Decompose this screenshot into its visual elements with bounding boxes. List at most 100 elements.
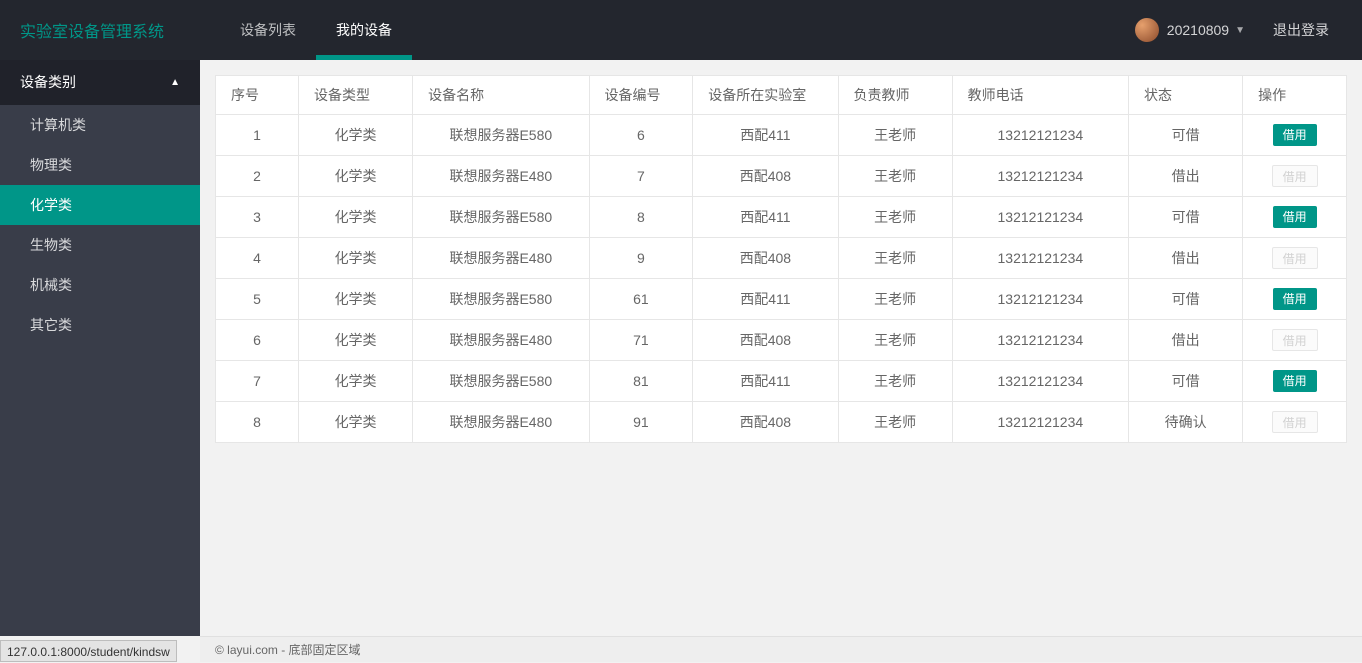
cell-action: 借用 xyxy=(1243,402,1347,443)
cell-teacher: 王老师 xyxy=(838,361,952,402)
cell-lab: 西配411 xyxy=(693,279,838,320)
cell-idx: 6 xyxy=(216,320,299,361)
cell-code: 8 xyxy=(589,197,693,238)
table-header-row: 序号 设备类型 设备名称 设备编号 设备所在实验室 负责教师 教师电话 状态 操… xyxy=(216,76,1347,115)
sidebar-item-1[interactable]: 物理类 xyxy=(0,145,200,185)
cell-status: 待确认 xyxy=(1129,402,1243,443)
cell-teacher: 王老师 xyxy=(838,115,952,156)
cell-name: 联想服务器E580 xyxy=(413,115,589,156)
app-logo[interactable]: 实验室设备管理系统 xyxy=(0,18,200,42)
cell-status: 借出 xyxy=(1129,156,1243,197)
col-status: 状态 xyxy=(1129,76,1243,115)
table-row: 2化学类联想服务器E4807西配408王老师13212121234借出借用 xyxy=(216,156,1347,197)
borrow-button[interactable]: 借用 xyxy=(1273,370,1317,392)
col-idx: 序号 xyxy=(216,76,299,115)
cell-type: 化学类 xyxy=(299,156,413,197)
cell-phone: 13212121234 xyxy=(952,402,1128,443)
nav-item-0[interactable]: 设备列表 xyxy=(220,0,316,60)
cell-lab: 西配408 xyxy=(693,320,838,361)
table-row: 1化学类联想服务器E5806西配411王老师13212121234可借借用 xyxy=(216,115,1347,156)
borrow-button[interactable]: 借用 xyxy=(1273,288,1317,310)
table-row: 4化学类联想服务器E4809西配408王老师13212121234借出借用 xyxy=(216,238,1347,279)
table-row: 3化学类联想服务器E5808西配411王老师13212121234可借借用 xyxy=(216,197,1347,238)
cell-idx: 7 xyxy=(216,361,299,402)
cell-type: 化学类 xyxy=(299,402,413,443)
cell-type: 化学类 xyxy=(299,361,413,402)
table-row: 8化学类联想服务器E48091西配408王老师13212121234待确认借用 xyxy=(216,402,1347,443)
cell-type: 化学类 xyxy=(299,238,413,279)
cell-phone: 13212121234 xyxy=(952,156,1128,197)
equipment-table: 序号 设备类型 设备名称 设备编号 设备所在实验室 负责教师 教师电话 状态 操… xyxy=(215,75,1347,443)
col-name: 设备名称 xyxy=(413,76,589,115)
cell-teacher: 王老师 xyxy=(838,402,952,443)
cell-lab: 西配408 xyxy=(693,156,838,197)
cell-type: 化学类 xyxy=(299,279,413,320)
cell-phone: 13212121234 xyxy=(952,238,1128,279)
cell-type: 化学类 xyxy=(299,115,413,156)
borrow-button[interactable]: 借用 xyxy=(1273,124,1317,146)
cell-phone: 13212121234 xyxy=(952,361,1128,402)
cell-name: 联想服务器E580 xyxy=(413,361,589,402)
content-area: 序号 设备类型 设备名称 设备编号 设备所在实验室 负责教师 教师电话 状态 操… xyxy=(200,60,1362,636)
cell-name: 联想服务器E580 xyxy=(413,197,589,238)
cell-lab: 西配408 xyxy=(693,402,838,443)
cell-type: 化学类 xyxy=(299,320,413,361)
col-action: 操作 xyxy=(1243,76,1347,115)
cell-code: 71 xyxy=(589,320,693,361)
table-row: 7化学类联想服务器E58081西配411王老师13212121234可借借用 xyxy=(216,361,1347,402)
cell-idx: 8 xyxy=(216,402,299,443)
borrow-button: 借用 xyxy=(1272,329,1318,351)
header-right: 20210809 ▼ 退出登录 xyxy=(1125,0,1347,60)
cell-name: 联想服务器E580 xyxy=(413,279,589,320)
cell-type: 化学类 xyxy=(299,197,413,238)
cell-code: 6 xyxy=(589,115,693,156)
cell-status: 借出 xyxy=(1129,320,1243,361)
cell-status: 可借 xyxy=(1129,279,1243,320)
avatar-icon xyxy=(1135,18,1159,42)
footer: © layui.com - 底部固定区域 xyxy=(200,636,1362,662)
cell-name: 联想服务器E480 xyxy=(413,156,589,197)
cell-code: 61 xyxy=(589,279,693,320)
col-type: 设备类型 xyxy=(299,76,413,115)
cell-status: 可借 xyxy=(1129,361,1243,402)
sidebar-header-label: 设备类别 xyxy=(20,60,76,105)
cell-lab: 西配411 xyxy=(693,197,838,238)
cell-action: 借用 xyxy=(1243,115,1347,156)
cell-teacher: 王老师 xyxy=(838,197,952,238)
cell-action: 借用 xyxy=(1243,238,1347,279)
browser-statusbar: 127.0.0.1:8000/student/kindsw xyxy=(0,640,177,662)
sidebar-item-4[interactable]: 机械类 xyxy=(0,265,200,305)
cell-action: 借用 xyxy=(1243,197,1347,238)
cell-action: 借用 xyxy=(1243,156,1347,197)
app-header: 实验室设备管理系统 设备列表我的设备 20210809 ▼ 退出登录 xyxy=(0,0,1362,60)
cell-status: 可借 xyxy=(1129,115,1243,156)
user-menu[interactable]: 20210809 ▼ xyxy=(1125,0,1255,60)
cell-idx: 2 xyxy=(216,156,299,197)
borrow-button: 借用 xyxy=(1272,165,1318,187)
sidebar-item-5[interactable]: 其它类 xyxy=(0,305,200,345)
sidebar-item-0[interactable]: 计算机类 xyxy=(0,105,200,145)
cell-idx: 3 xyxy=(216,197,299,238)
cell-action: 借用 xyxy=(1243,320,1347,361)
cell-code: 91 xyxy=(589,402,693,443)
sidebar-item-2[interactable]: 化学类 xyxy=(0,185,200,225)
chevron-down-icon: ▼ xyxy=(1235,25,1245,36)
sidebar-category-toggle[interactable]: 设备类别 ▲ xyxy=(0,60,200,105)
cell-teacher: 王老师 xyxy=(838,320,952,361)
logout-button[interactable]: 退出登录 xyxy=(1255,0,1347,60)
sidebar-item-3[interactable]: 生物类 xyxy=(0,225,200,265)
col-lab: 设备所在实验室 xyxy=(693,76,838,115)
cell-idx: 5 xyxy=(216,279,299,320)
nav-item-1[interactable]: 我的设备 xyxy=(316,0,412,60)
cell-lab: 西配408 xyxy=(693,238,838,279)
cell-idx: 1 xyxy=(216,115,299,156)
cell-teacher: 王老师 xyxy=(838,279,952,320)
cell-status: 可借 xyxy=(1129,197,1243,238)
borrow-button[interactable]: 借用 xyxy=(1273,206,1317,228)
col-teacher: 负责教师 xyxy=(838,76,952,115)
cell-code: 81 xyxy=(589,361,693,402)
cell-name: 联想服务器E480 xyxy=(413,402,589,443)
sidebar: 设备类别 ▲ 计算机类物理类化学类生物类机械类其它类 xyxy=(0,60,200,636)
cell-lab: 西配411 xyxy=(693,115,838,156)
cell-phone: 13212121234 xyxy=(952,279,1128,320)
